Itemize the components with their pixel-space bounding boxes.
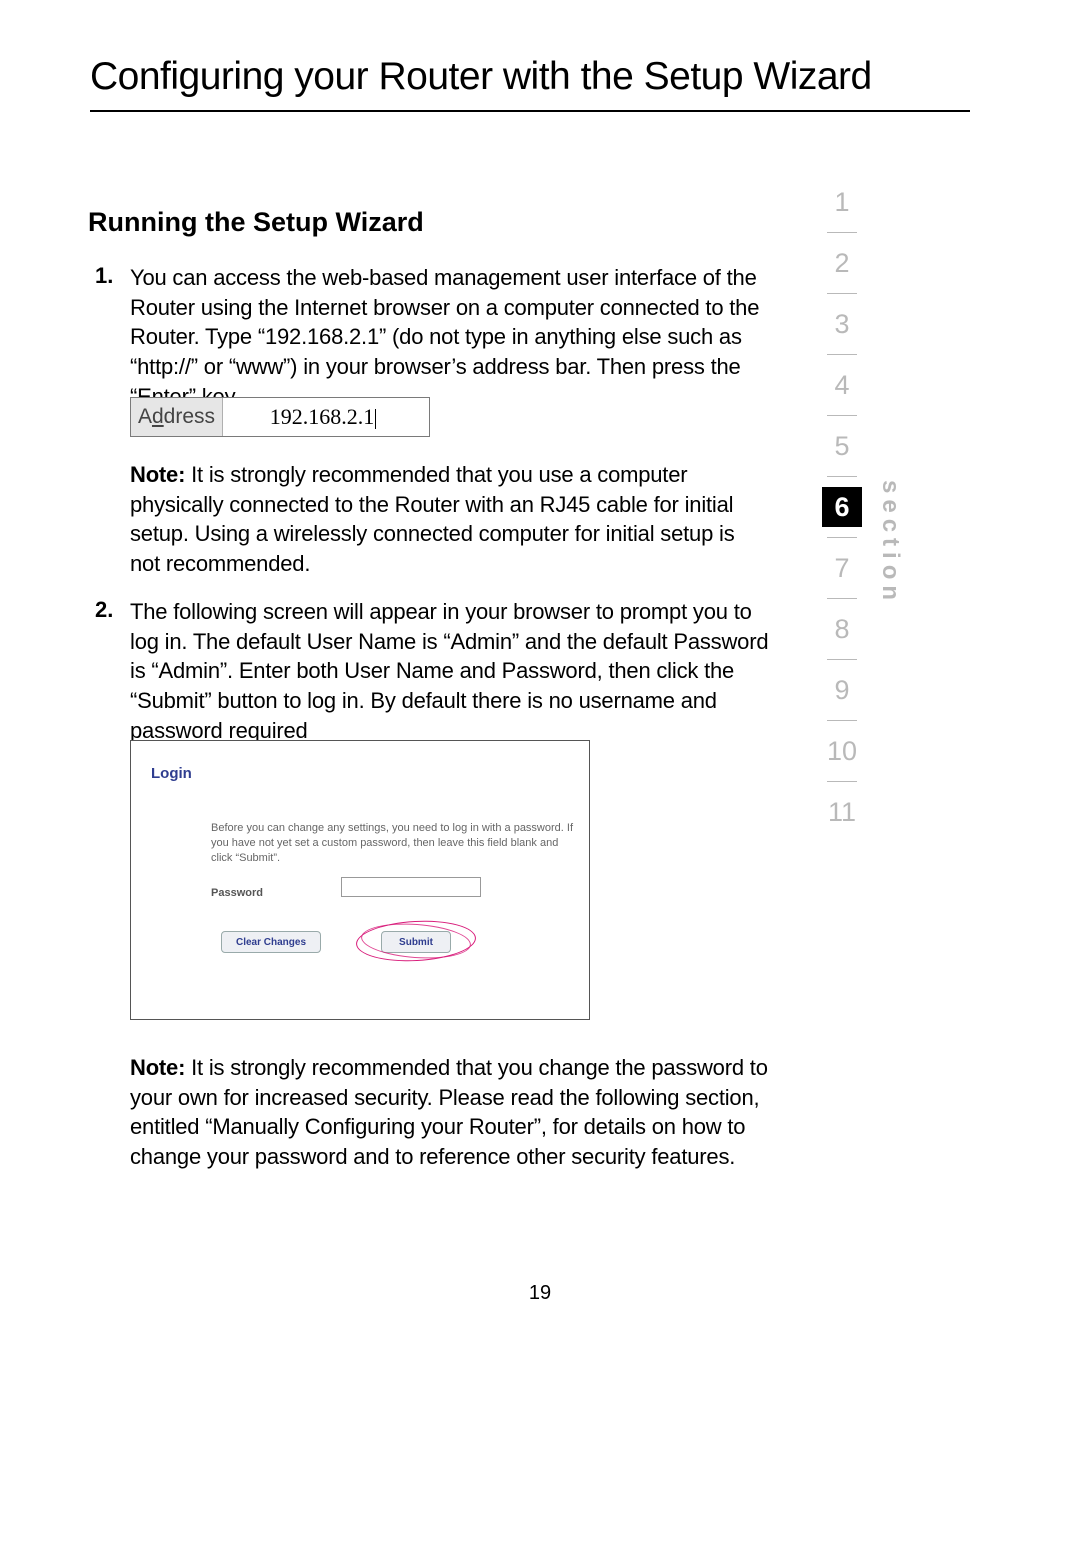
step-2-text: The following screen will appear in your… [130, 597, 770, 745]
section-nav: 1 2 3 4 5 6 7 8 9 10 11 [822, 182, 862, 832]
address-value: 192.168.2.1 [223, 398, 423, 436]
login-message: Before you can change any settings, you … [211, 821, 581, 866]
note-label: Note: [130, 1055, 185, 1080]
manual-page: Configuring your Router with the Setup W… [0, 0, 1080, 1542]
clear-changes-button: Clear Changes [221, 931, 321, 953]
password-label: Password [211, 887, 263, 899]
step-number-1: 1. [95, 263, 125, 289]
nav-separator [827, 659, 857, 660]
note-2-text: It is strongly recommended that you chan… [130, 1055, 768, 1169]
page-number: 19 [0, 1282, 1080, 1305]
nav-item-10[interactable]: 10 [822, 731, 862, 771]
nav-item-4[interactable]: 4 [822, 365, 862, 405]
login-screenshot: Login Before you can change any settings… [130, 740, 590, 1020]
nav-item-8[interactable]: 8 [822, 609, 862, 649]
address-label: Address [131, 398, 223, 436]
nav-separator [827, 293, 857, 294]
nav-separator [827, 720, 857, 721]
address-bar-figure: Address 192.168.2.1 [130, 397, 430, 437]
nav-item-1[interactable]: 1 [822, 182, 862, 222]
step-number-2: 2. [95, 597, 125, 623]
nav-item-2[interactable]: 2 [822, 243, 862, 283]
note-1: Note: It is strongly recommended that yo… [130, 460, 770, 579]
nav-separator [827, 781, 857, 782]
text-caret-icon [375, 409, 376, 429]
nav-item-3[interactable]: 3 [822, 304, 862, 344]
nav-separator [827, 354, 857, 355]
password-field [341, 877, 481, 897]
nav-item-9[interactable]: 9 [822, 670, 862, 710]
nav-separator [827, 476, 857, 477]
title-rule [90, 110, 970, 112]
nav-separator [827, 598, 857, 599]
nav-item-7[interactable]: 7 [822, 548, 862, 588]
step-1-text: You can access the web-based management … [130, 263, 770, 411]
nav-separator [827, 537, 857, 538]
section-heading: Running the Setup Wizard [88, 207, 424, 238]
page-title: Configuring your Router with the Setup W… [90, 55, 990, 99]
login-heading: Login [151, 765, 192, 782]
nav-separator [827, 415, 857, 416]
section-label: section [876, 480, 904, 606]
note-1-text: It is strongly recommended that you use … [130, 462, 735, 576]
note-2: Note: It is strongly recommended that yo… [130, 1053, 770, 1172]
nav-item-5[interactable]: 5 [822, 426, 862, 466]
note-label: Note: [130, 462, 185, 487]
nav-item-6-active[interactable]: 6 [822, 487, 862, 527]
nav-item-11[interactable]: 11 [822, 792, 862, 832]
nav-separator [827, 232, 857, 233]
